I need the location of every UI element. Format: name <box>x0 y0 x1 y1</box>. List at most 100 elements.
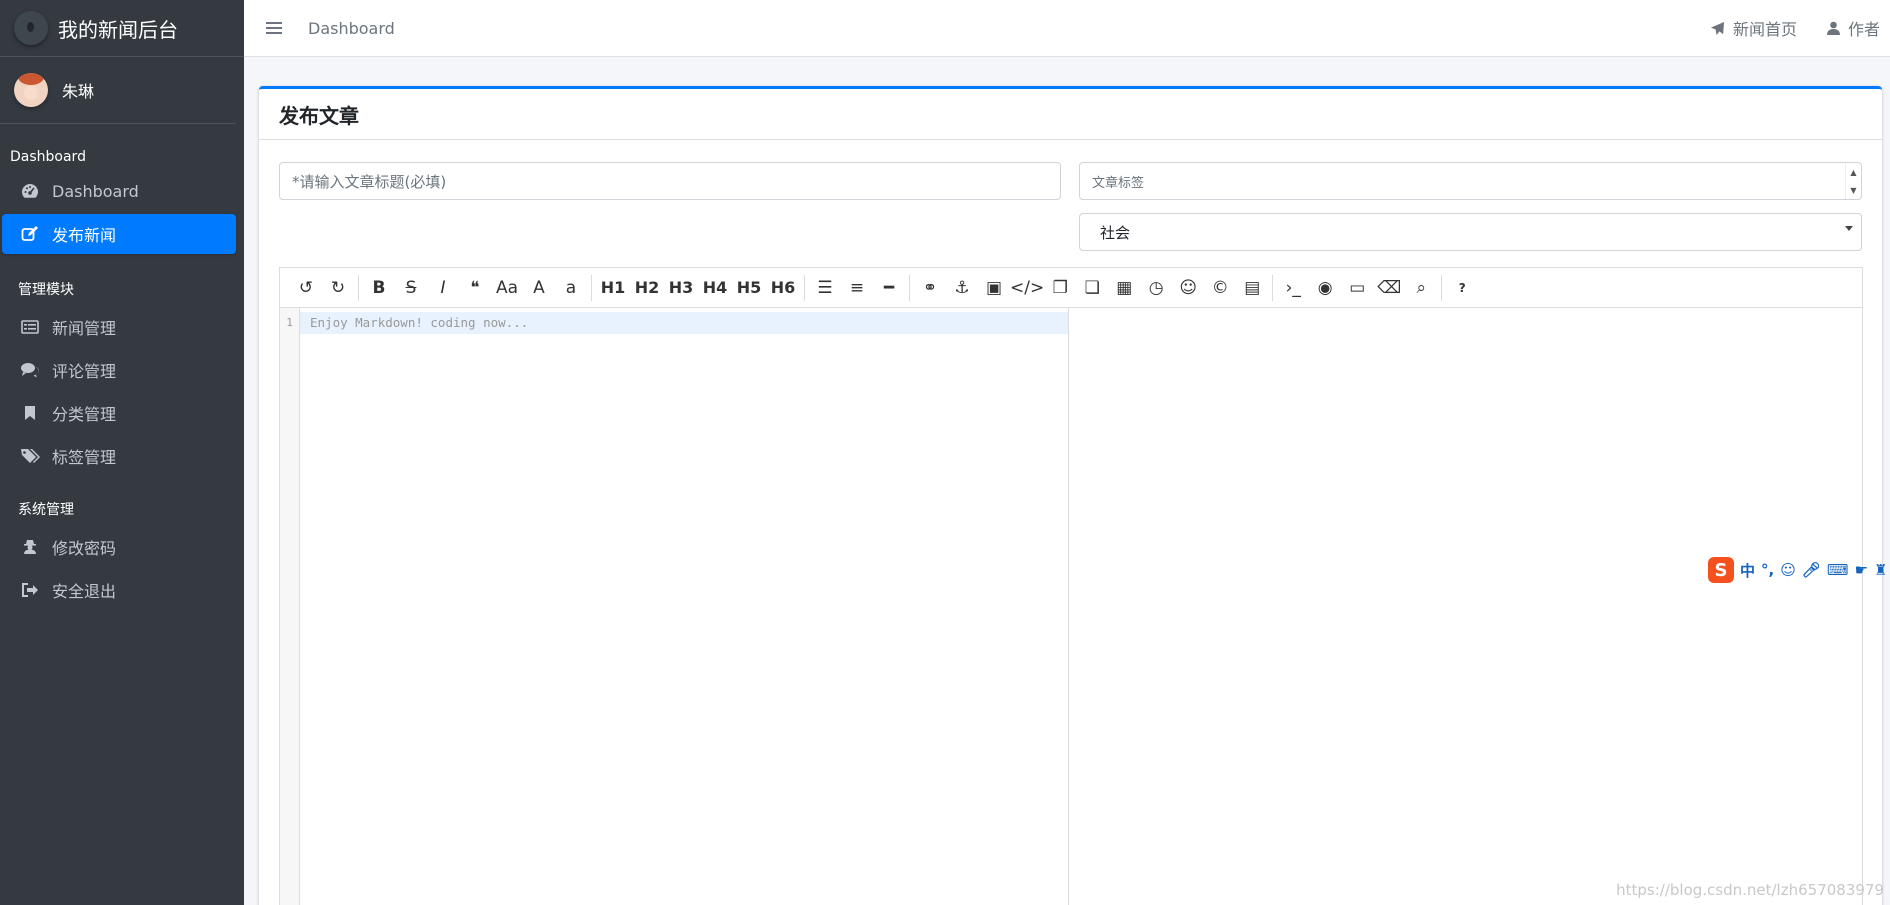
editor-active-line[interactable]: Enjoy Markdown! coding now... <box>300 312 1068 334</box>
user-name: 朱琳 <box>62 82 95 101</box>
hand-icon[interactable]: ☛ <box>1855 561 1868 579</box>
author-label: 作者 <box>1847 20 1880 39</box>
bookmark-icon <box>20 405 40 421</box>
sidebar-item-category-management[interactable]: 分类管理 <box>2 393 236 433</box>
spinner-down-icon[interactable]: ▼ <box>1846 181 1861 199</box>
user-icon <box>1826 21 1840 35</box>
sidebar-item-label: 分类管理 <box>52 405 117 424</box>
user-panel[interactable]: 朱琳 <box>0 57 236 124</box>
article-tag-input[interactable]: 文章标签 ▲ ▼ <box>1079 162 1862 200</box>
heading-h5-button[interactable]: H5 <box>732 274 766 302</box>
sidebar-item-dashboard[interactable]: Dashboard <box>2 171 236 211</box>
redo-icon[interactable]: ↻ <box>322 274 354 302</box>
line-number: 1 <box>286 316 293 329</box>
sidebar-item-publish-news[interactable]: 发布新闻 <box>2 214 236 254</box>
clear-icon[interactable]: ⌫ <box>1373 274 1405 302</box>
keyboard-icon[interactable]: ⌨ <box>1827 561 1849 579</box>
html-entities-icon[interactable]: © <box>1204 274 1236 302</box>
undo-icon[interactable]: ↺ <box>290 274 322 302</box>
sidebar-item-label: 修改密码 <box>52 539 117 558</box>
sidebar-item-tag-management[interactable]: 标签管理 <box>2 436 236 476</box>
ime-logo-icon[interactable]: S <box>1708 557 1734 583</box>
code-icon[interactable]: </> <box>1010 274 1044 302</box>
code-block-icon[interactable]: ❐ <box>1044 274 1076 302</box>
tags-icon <box>20 448 40 464</box>
brand-logo <box>14 11 48 45</box>
heading-h1-button[interactable]: H1 <box>596 274 630 302</box>
title-placeholder: *请输入文章标题(必填) <box>292 172 447 191</box>
breadcrumb[interactable]: Dashboard <box>308 19 395 38</box>
emoji-icon[interactable]: ☺ <box>1780 561 1796 579</box>
watermark: https://blog.csdn.net/lzh657083979 <box>1616 881 1884 899</box>
ime-lang[interactable]: 中 <box>1740 560 1755 581</box>
news-home-link[interactable]: 新闻首页 <box>1710 16 1797 40</box>
microphone-icon[interactable]: 🎤︎ <box>1802 561 1821 579</box>
author-link[interactable]: 作者 <box>1826 16 1880 40</box>
ordered-list-icon[interactable]: ≡ <box>841 274 873 302</box>
lowercase-icon[interactable]: a <box>555 274 587 302</box>
ucwords-icon[interactable]: A <box>523 274 555 302</box>
heading-h3-button[interactable]: H3 <box>664 274 698 302</box>
emoji-icon[interactable]: ☺ <box>1172 274 1204 302</box>
sidebar-item-label: Dashboard <box>52 181 139 201</box>
italic-icon[interactable]: I <box>427 274 459 302</box>
nav-header-management: 管理模块 <box>18 282 74 298</box>
brand-title: 我的新闻后台 <box>58 17 178 42</box>
sign-out-icon <box>20 582 40 598</box>
datetime-icon[interactable]: ◷ <box>1140 274 1172 302</box>
list-icon <box>20 320 40 334</box>
toolbar-separator <box>591 274 592 301</box>
category-select[interactable]: 社会 <box>1079 213 1862 251</box>
sidebar: 我的新闻后台 朱琳 Dashboard Dashboard 发布新闻 管理模块 … <box>0 0 244 905</box>
heading-h4-button[interactable]: H4 <box>698 274 732 302</box>
punctuation-icon[interactable]: °, <box>1761 561 1774 579</box>
paper-plane-icon <box>1710 21 1725 35</box>
article-title-input[interactable]: *请输入文章标题(必填) <box>279 162 1061 200</box>
sidebar-item-label: 新闻管理 <box>52 319 117 338</box>
sidebar-item-comment-management[interactable]: 评论管理 <box>2 350 236 390</box>
pagebreak-icon[interactable]: ▤ <box>1236 274 1268 302</box>
search-icon[interactable]: ⌕ <box>1405 274 1437 302</box>
sidebar-item-change-password[interactable]: 修改密码 <box>2 527 236 567</box>
toolbar-separator <box>1272 274 1274 301</box>
skin-icon[interactable]: ♜ <box>1874 561 1887 579</box>
unordered-list-icon[interactable]: ☰ <box>809 274 841 302</box>
help-icon[interactable]: ? <box>1446 274 1478 302</box>
category-selected: 社会 <box>1100 223 1131 242</box>
tag-spinner[interactable]: ▲ ▼ <box>1845 163 1861 199</box>
toolbar-separator <box>804 274 805 301</box>
dashboard-icon <box>20 183 40 199</box>
toolbar-separator <box>358 274 359 301</box>
strikethrough-icon[interactable]: S <box>395 274 427 302</box>
bold-icon[interactable]: B <box>363 274 395 302</box>
menu-toggle-icon[interactable] <box>266 22 282 34</box>
spinner-up-icon[interactable]: ▲ <box>1846 163 1861 181</box>
card-header: 发布文章 <box>259 89 1882 140</box>
line-gutter: 1 <box>280 308 300 905</box>
nav-header-system: 系统管理 <box>18 502 74 518</box>
heading-h2-button[interactable]: H2 <box>630 274 664 302</box>
sidebar-item-news-management[interactable]: 新闻管理 <box>2 307 236 347</box>
anchor-icon[interactable]: ⚓ <box>946 274 978 302</box>
nav-header-dashboard: Dashboard <box>10 149 86 165</box>
brand-link[interactable]: 我的新闻后台 <box>0 0 244 57</box>
image-icon[interactable]: ▣ <box>978 274 1010 302</box>
table-icon[interactable]: ▦ <box>1108 274 1140 302</box>
preview-icon[interactable]: ▭ <box>1341 274 1373 302</box>
heading-h6-button[interactable]: H6 <box>766 274 800 302</box>
editor-code-pane[interactable]: 1 Enjoy Markdown! coding now... <box>280 308 1069 905</box>
link-icon[interactable]: ⚭ <box>914 274 946 302</box>
editor-toolbar: ↺ ↻ B S I ❝ Aa Aa H1 H2 H3 H4 H5 H6 ☰ ≡ ━ ⚭ ⚓ ▣ </> ❐ ❏ ▦ ◷ ☺ © ▤ ›_… <box>280 268 1862 308</box>
ime-toolbar[interactable]: S 中 °, ☺ 🎤︎ ⌨ ☛ ♜ <box>1708 554 1890 586</box>
quote-icon[interactable]: ❝ <box>459 274 491 302</box>
toolbar-separator <box>909 274 910 301</box>
horizontal-rule-icon[interactable]: ━ <box>873 274 905 302</box>
sidebar-item-logout[interactable]: 安全退出 <box>2 570 236 610</box>
preformatted-icon[interactable]: ❏ <box>1076 274 1108 302</box>
goto-line-icon[interactable]: ›_ <box>1277 274 1309 302</box>
user-secret-icon <box>20 539 40 555</box>
avatar <box>14 73 48 107</box>
toolbar-separator <box>1441 274 1443 301</box>
watch-icon[interactable]: ◉ <box>1309 274 1341 302</box>
uppercase-icon[interactable]: Aa <box>491 274 523 302</box>
